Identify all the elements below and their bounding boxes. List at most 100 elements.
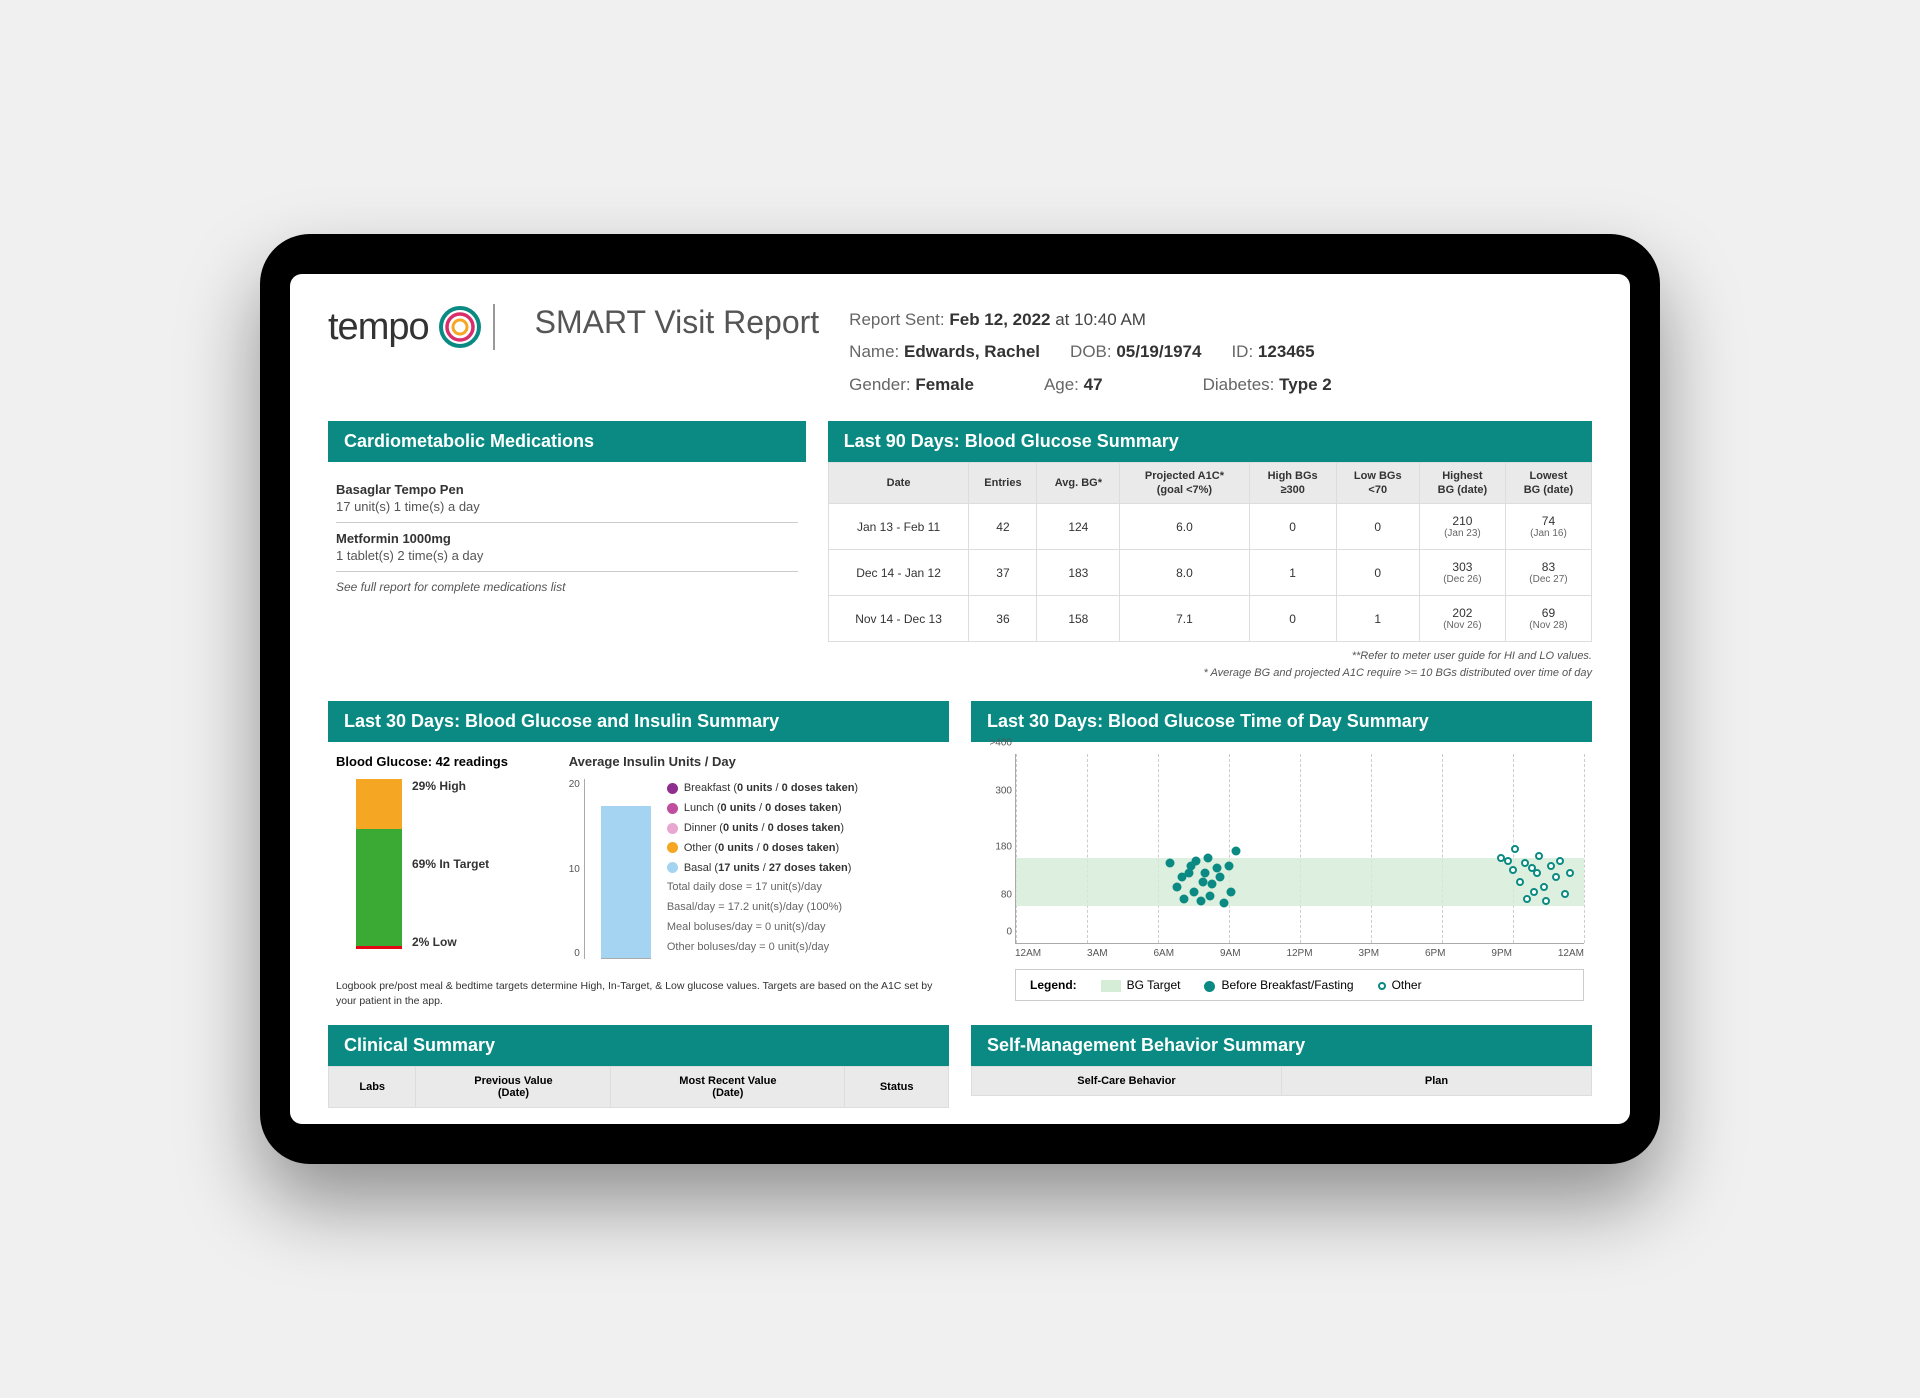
- meds-section: Cardiometabolic Medications Basaglar Tem…: [328, 421, 806, 682]
- scatter-xtick: 3PM: [1358, 948, 1379, 959]
- legend-target: BG Target: [1127, 978, 1181, 992]
- scatter-point: [1198, 878, 1207, 887]
- scatter-ytick: 300: [980, 785, 1012, 796]
- scatter-legend: Legend: BG Target Before Breakfast/Fasti…: [1015, 969, 1584, 1001]
- bg90-table: DateEntriesAvg. BG*Projected A1C*(goal <…: [828, 462, 1592, 643]
- scatter-point: [1213, 863, 1222, 872]
- scatter-point: [1542, 897, 1550, 905]
- bg-insulin-note: Logbook pre/post meal & bedtime targets …: [328, 979, 949, 1008]
- insulin-legend-item: Basal (17 units / 27 doses taken): [667, 859, 941, 879]
- stack-label-target: 69% In Target: [412, 857, 489, 871]
- insulin-block: Average Insulin Units / Day 20 10 0 Breakf…: [569, 754, 941, 959]
- id-label: ID:: [1231, 342, 1253, 361]
- scatter-point: [1203, 854, 1212, 863]
- tablet-frame: tempo SMART Visit Report Report Sent: Fe…: [260, 234, 1660, 1164]
- scatter-point: [1523, 895, 1531, 903]
- scatter-point: [1196, 896, 1205, 905]
- legend-before: Before Breakfast/Fasting: [1221, 978, 1353, 992]
- selfmgmt-header: Self-Management Behavior Summary: [971, 1025, 1592, 1066]
- scatter-point: [1201, 868, 1210, 877]
- scatter-xtick: 6PM: [1425, 948, 1446, 959]
- scatter-target-band: [1016, 858, 1584, 905]
- insulin-title: Average Insulin Units / Day: [569, 754, 941, 769]
- insulin-total-line: Other boluses/day = 0 unit(s)/day: [667, 938, 941, 958]
- insulin-tick: 10: [569, 864, 580, 875]
- meds-header: Cardiometabolic Medications: [328, 421, 806, 462]
- selfmgmt-section: Self-Management Behavior Summary Self-Ca…: [971, 1025, 1592, 1108]
- scatter-header: Last 30 Days: Blood Glucose Time of Day …: [971, 701, 1592, 742]
- report-sent-at: at: [1055, 310, 1069, 329]
- scatter-section: Last 30 Days: Blood Glucose Time of Day …: [971, 701, 1592, 1013]
- tempo-logo: tempo: [328, 304, 483, 350]
- scatter-point: [1530, 888, 1538, 896]
- stack-seg-target: [356, 829, 402, 946]
- scatter-xgrid: [1016, 754, 1017, 943]
- stack-seg-high: [356, 779, 402, 828]
- name-label: Name:: [849, 342, 899, 361]
- insulin-bar-fill: [601, 806, 651, 958]
- legend-dot-icon: [667, 862, 678, 873]
- insulin-legend: Breakfast (0 units / 0 doses taken)Lunch…: [667, 779, 941, 959]
- scatter-point: [1225, 861, 1234, 870]
- legend-open-dot-icon: [1378, 982, 1386, 990]
- bg90-col: Low BGs<70: [1336, 462, 1419, 504]
- scatter-xtick: 3AM: [1087, 948, 1108, 959]
- bg-readings-block: Blood Glucose: 42 readings 29% High69% I…: [336, 754, 549, 959]
- insulin-tick: 0: [574, 948, 580, 959]
- bg90-row: Nov 14 - Dec 13361587.101202(Nov 26)69(N…: [828, 596, 1591, 642]
- scatter-point: [1566, 869, 1574, 877]
- scatter-ytick: 180: [980, 842, 1012, 853]
- bg90-header: Last 90 Days: Blood Glucose Summary: [828, 421, 1592, 462]
- gender-label: Gender:: [849, 375, 910, 394]
- logo-text: tempo: [328, 306, 429, 349]
- med-dose: 1 tablet(s) 2 time(s) a day: [336, 548, 798, 563]
- logo-rings-icon: [437, 304, 483, 350]
- scatter-xgrid: [1442, 754, 1443, 943]
- legend-dot-icon: [667, 783, 678, 794]
- selfmgmt-col: Self-Care Behavior: [972, 1067, 1282, 1096]
- scatter-point: [1208, 880, 1217, 889]
- bg90-col: LowestBG (date): [1505, 462, 1591, 504]
- gender-val: Female: [915, 375, 974, 394]
- insulin-tick: 20: [569, 779, 580, 790]
- med-item: Basaglar Tempo Pen17 unit(s) 1 time(s) a…: [336, 474, 798, 523]
- scatter-point: [1552, 873, 1560, 881]
- bg-insulin-header: Last 30 Days: Blood Glucose and Insulin …: [328, 701, 949, 742]
- scatter-xtick: 12PM: [1286, 948, 1312, 959]
- stack-label-high: 29% High: [412, 779, 489, 793]
- stack-label-low: 2% Low: [412, 935, 489, 949]
- scatter-point: [1535, 852, 1543, 860]
- scatter-point: [1227, 887, 1236, 896]
- scatter-xtick: 12AM: [1558, 948, 1584, 959]
- insulin-legend-item: Dinner (0 units / 0 doses taken): [667, 819, 941, 839]
- scatter-x-labels: 12AM3AM6AM9AM12PM3PM6PM9PM12AM: [1015, 948, 1584, 959]
- insulin-legend-item: Other (0 units / 0 doses taken): [667, 839, 941, 859]
- scatter-point: [1516, 878, 1524, 886]
- report-sent-time: 10:40 AM: [1074, 310, 1146, 329]
- stack-seg-low: [356, 946, 402, 949]
- scatter-xgrid: [1087, 754, 1088, 943]
- scatter-point: [1180, 894, 1189, 903]
- scatter-point: [1232, 847, 1241, 856]
- report-screen: tempo SMART Visit Report Report Sent: Fe…: [290, 274, 1630, 1124]
- scatter-point: [1561, 890, 1569, 898]
- age-label: Age:: [1044, 375, 1079, 394]
- scatter-point: [1540, 883, 1548, 891]
- bg90-col: High BGs≥300: [1249, 462, 1336, 504]
- legend-dot-icon: [667, 803, 678, 814]
- scatter-point: [1504, 857, 1512, 865]
- scatter-point: [1172, 882, 1181, 891]
- scatter-point: [1511, 845, 1519, 853]
- scatter-point: [1509, 866, 1517, 874]
- scatter-xgrid: [1584, 754, 1585, 943]
- bg90-row: Dec 14 - Jan 12371838.010303(Dec 26)83(D…: [828, 550, 1591, 596]
- legend-dot-icon: [667, 842, 678, 853]
- scatter-point: [1165, 859, 1174, 868]
- clinical-col: Previous Value(Date): [416, 1067, 611, 1108]
- bg90-col: HighestBG (date): [1419, 462, 1505, 504]
- scatter-xgrid: [1300, 754, 1301, 943]
- logo-block: tempo: [328, 304, 495, 350]
- clinical-col: Status: [845, 1067, 949, 1108]
- scatter-point: [1556, 857, 1564, 865]
- insulin-y-axis: 20 10 0: [569, 779, 585, 959]
